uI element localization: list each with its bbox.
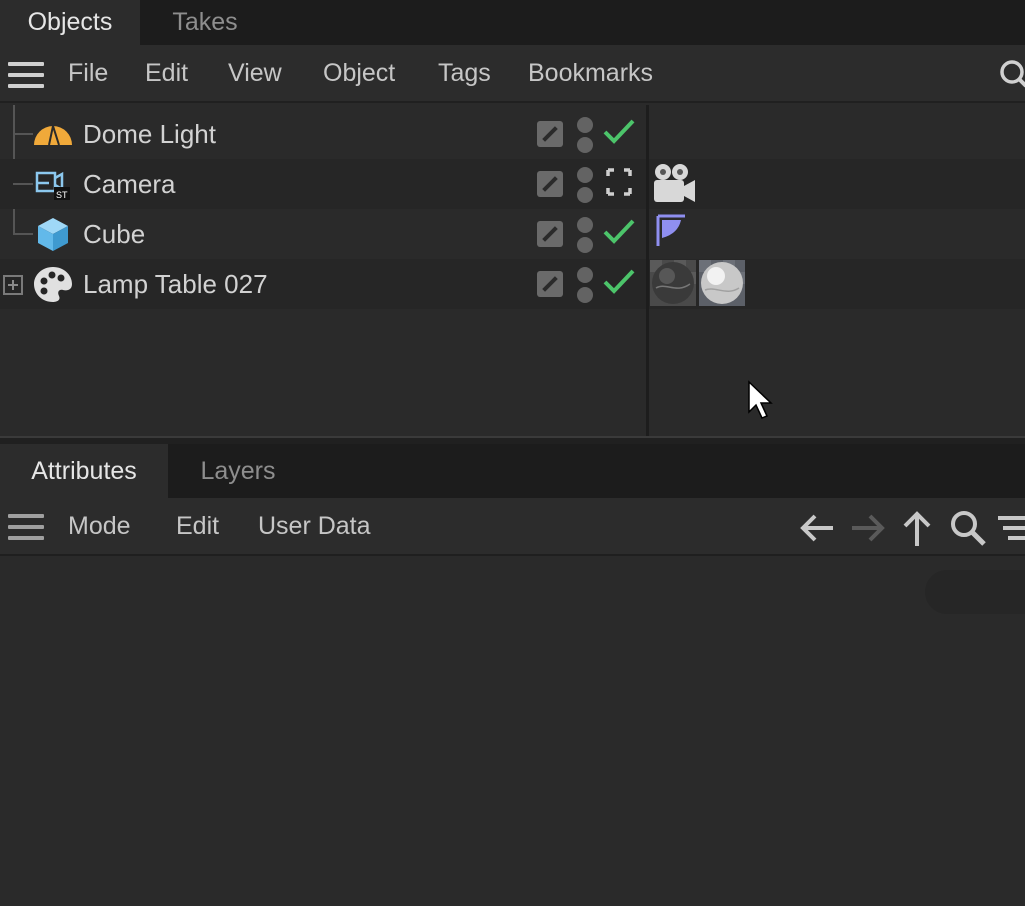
camera-stereo-icon: ST [35, 171, 70, 200]
attribute-search-field[interactable] [925, 570, 1025, 614]
object-row-camera[interactable]: ST Camera [0, 159, 646, 209]
editor-visibility-icon[interactable] [537, 271, 563, 297]
camera-tag-icon[interactable] [651, 162, 697, 206]
material-palette-icon [34, 267, 72, 302]
editor-visibility-icon[interactable] [537, 221, 563, 247]
menu-edit[interactable]: Edit [145, 45, 188, 101]
menu-tags[interactable]: Tags [438, 45, 491, 101]
visibility-dot-editor[interactable] [577, 117, 593, 133]
tag-row-cube [649, 209, 1025, 259]
object-row-lamp-table[interactable]: Lamp Table 027 [0, 259, 646, 309]
object-name[interactable]: Camera [83, 159, 175, 209]
visibility-dot-render[interactable] [577, 187, 593, 203]
tag-row-dome-light [649, 109, 1025, 159]
svg-text:ST: ST [56, 190, 68, 200]
hamburger-menu-icon[interactable] [8, 514, 44, 540]
check-icon[interactable] [602, 117, 636, 147]
attributes-content [0, 558, 1025, 906]
mouse-cursor-icon [748, 380, 773, 419]
menu-edit[interactable]: Edit [176, 498, 219, 554]
visibility-dot-editor[interactable] [577, 267, 593, 283]
visibility-dot-render[interactable] [577, 287, 593, 303]
dome-light-icon [34, 125, 72, 146]
filter-icon[interactable] [996, 508, 1025, 548]
visibility-dot-editor[interactable] [577, 217, 593, 233]
object-manager-list[interactable]: Dome Light ST Camera Cube Lamp Table 027 [0, 105, 1025, 436]
column-divider[interactable] [646, 105, 649, 436]
visibility-dot-editor[interactable] [577, 167, 593, 183]
object-name[interactable]: Cube [83, 209, 145, 259]
search-icon[interactable] [998, 59, 1025, 89]
object-row-dome-light[interactable]: Dome Light [0, 109, 646, 159]
panel-splitter[interactable] [0, 436, 1025, 444]
dark-marble-material-tag-icon[interactable] [650, 260, 696, 306]
menu-bookmarks[interactable]: Bookmarks [528, 45, 653, 101]
object-row-cube[interactable]: Cube [0, 209, 646, 259]
search-icon[interactable] [948, 508, 988, 548]
texture-projection-tag-icon[interactable] [655, 213, 689, 249]
tab-takes[interactable]: Takes [140, 0, 270, 45]
editor-visibility-icon[interactable] [537, 121, 563, 147]
menu-view[interactable]: View [228, 45, 282, 101]
menu-mode[interactable]: Mode [68, 498, 131, 554]
hamburger-menu-icon[interactable] [8, 62, 44, 88]
attributes-tabbar: Attributes Layers [0, 444, 1025, 498]
objects-tabbar: Objects Takes [0, 0, 1025, 45]
object-name[interactable]: Lamp Table 027 [83, 259, 268, 309]
tab-layers[interactable]: Layers [168, 444, 308, 498]
menu-file[interactable]: File [68, 45, 108, 101]
objects-menubar: File Edit View Object Tags Bookmarks [0, 45, 1025, 103]
expand-icon[interactable] [3, 275, 23, 295]
forward-arrow-icon[interactable] [848, 508, 888, 548]
cube-icon [38, 218, 68, 251]
object-name[interactable]: Dome Light [83, 109, 216, 159]
check-icon[interactable] [602, 267, 636, 297]
back-arrow-icon[interactable] [797, 508, 837, 548]
tag-row-camera [649, 159, 1025, 209]
visibility-dot-render[interactable] [577, 137, 593, 153]
white-marble-material-tag-icon[interactable] [699, 260, 745, 306]
menu-object[interactable]: Object [323, 45, 395, 101]
focus-frame-icon[interactable] [602, 167, 636, 197]
tab-objects[interactable]: Objects [0, 0, 140, 45]
tab-attributes[interactable]: Attributes [0, 444, 168, 498]
tag-row-lamp-table [649, 259, 1025, 309]
check-icon[interactable] [602, 217, 636, 247]
menu-user-data[interactable]: User Data [258, 498, 371, 554]
editor-visibility-icon[interactable] [537, 171, 563, 197]
up-arrow-icon[interactable] [897, 508, 937, 548]
visibility-dot-render[interactable] [577, 237, 593, 253]
